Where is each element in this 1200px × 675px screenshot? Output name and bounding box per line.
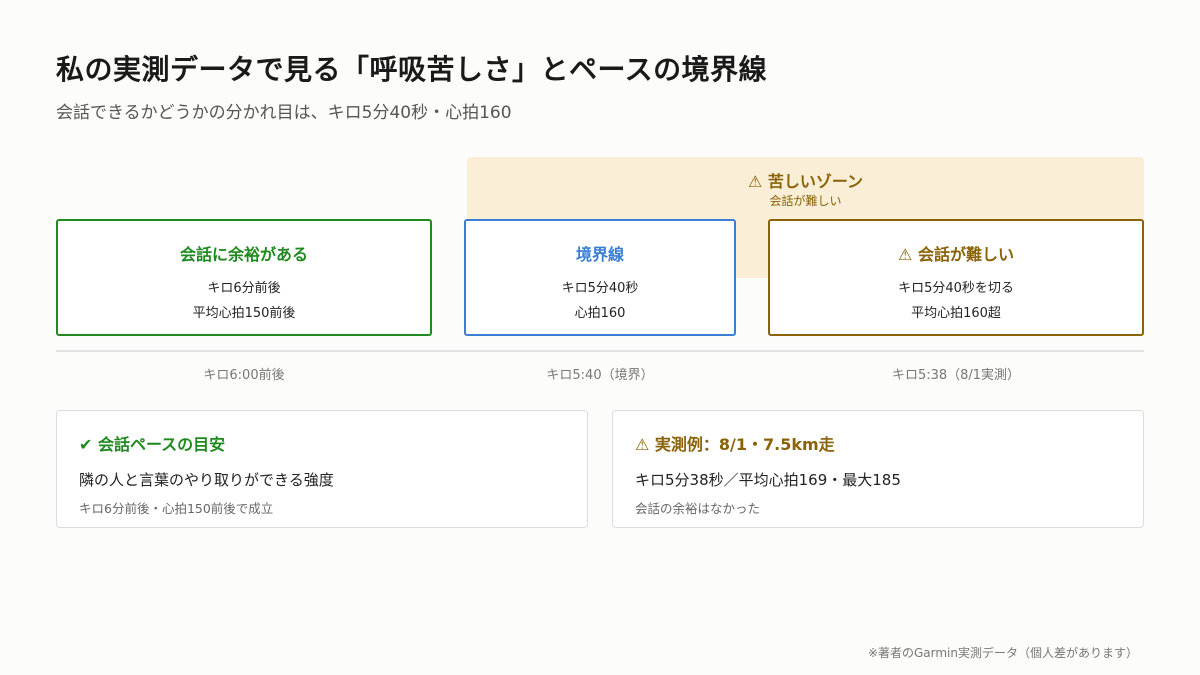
stage-comfortable: 会話に余裕がある キロ6分前後 平均心拍150前後 [56, 219, 432, 336]
footnote: ※著者のGarmin実測データ（個人差があります） [867, 646, 1138, 660]
axis-label-measured: キロ5:38（8/1実測） [891, 368, 1021, 383]
stage-boundary-heart-rate: 心拍160 [574, 306, 626, 321]
pace-axis-line [56, 350, 1144, 352]
stage-hard: ⚠ 会話が難しい キロ5分40秒を切る 平均心拍160超 [768, 219, 1144, 336]
stage-boundary: 境界線 キロ5分40秒 心拍160 [464, 219, 736, 336]
stage-hard-heart-rate: 平均心拍160超 [911, 306, 1001, 321]
stage-comfortable-pace: キロ6分前後 [207, 281, 281, 296]
card-measured-example: ⚠ 実測例：8/1・7.5km走 キロ5分38秒／平均心拍169・最大185 会… [612, 410, 1144, 528]
card-measured-example-main: キロ5分38秒／平均心拍169・最大185 [635, 471, 901, 489]
card-conversation-pace-main: 隣の人と言葉のやり取りができる強度 [79, 471, 334, 489]
card-conversation-pace: ✔ 会話ペースの目安 隣の人と言葉のやり取りができる強度 キロ6分前後・心拍15… [56, 410, 588, 528]
hard-zone-title: ⚠ 苦しいゾーン [747, 172, 864, 191]
axis-label-comfortable: キロ6:00前後 [203, 368, 285, 383]
axis-label-boundary: キロ5:40（境界） [546, 368, 654, 383]
page: 私の実測データで見る「呼吸苦しさ」とペースの境界線 会話できるかどうかの分かれ目… [0, 0, 1200, 675]
card-conversation-pace-note: キロ6分前後・心拍150前後で成立 [79, 501, 274, 516]
stage-hard-pace: キロ5分40秒を切る [898, 281, 1014, 296]
stage-comfortable-title: 会話に余裕がある [179, 245, 308, 264]
card-measured-example-title: ⚠ 実測例：8/1・7.5km走 [635, 435, 835, 454]
card-conversation-pace-title: ✔ 会話ペースの目安 [79, 435, 226, 454]
page-subtitle: 会話できるかどうかの分かれ目は、キロ5分40秒・心拍160 [56, 103, 512, 123]
hard-zone-subtitle: 会話が難しい [769, 194, 842, 208]
stage-comfortable-heart-rate: 平均心拍150前後 [192, 306, 296, 321]
card-measured-example-note: 会話の余裕はなかった [635, 501, 761, 516]
stage-hard-title: ⚠ 会話が難しい [898, 245, 1014, 264]
stage-boundary-pace: キロ5分40秒 [561, 281, 639, 296]
stage-boundary-title: 境界線 [575, 245, 624, 264]
page-title: 私の実測データで見る「呼吸苦しさ」とペースの境界線 [56, 53, 768, 86]
